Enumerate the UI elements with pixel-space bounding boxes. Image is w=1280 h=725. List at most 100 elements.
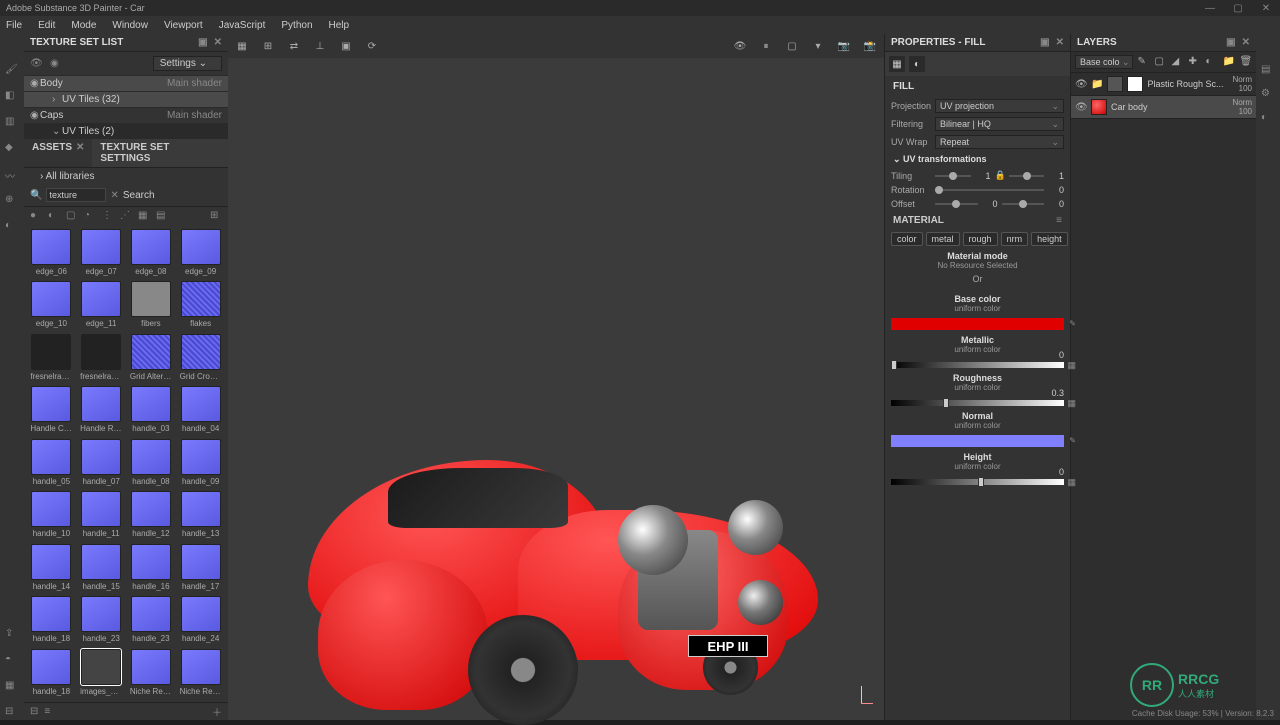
add-folder-icon[interactable]: 📁 (1223, 56, 1235, 68)
chip-height[interactable]: height (1031, 232, 1068, 246)
asset-item[interactable]: edge_08 (128, 229, 175, 278)
material-menu-icon[interactable]: ≡ (1056, 215, 1062, 226)
undock-icon[interactable]: ▣ (198, 37, 207, 48)
menu-mode[interactable]: Mode (71, 20, 96, 31)
chip-color[interactable]: color (891, 232, 923, 246)
asset-item[interactable]: handle_07 (78, 439, 125, 488)
roughness-options-icon[interactable]: ▦ (1067, 398, 1076, 409)
grid-view-icon[interactable]: ⊞ (210, 210, 222, 222)
asset-item[interactable]: handle_13 (177, 491, 224, 540)
asset-item[interactable]: handle_18 (28, 596, 75, 645)
asset-item[interactable]: edge_11 (78, 281, 125, 330)
clone-tool-icon[interactable]: ⊕ (5, 194, 19, 208)
display-mode-icon[interactable]: ▢ (784, 38, 800, 54)
offset-y-slider[interactable] (1002, 203, 1045, 205)
asset-item[interactable]: handle_24 (177, 596, 224, 645)
color-picker-icon[interactable]: ✎ (1069, 319, 1076, 328)
asset-item[interactable]: fresnelrang... (78, 334, 125, 383)
footer-icon-2[interactable]: ≡ (44, 706, 50, 717)
filter-particles-icon[interactable]: ▦ (138, 210, 150, 222)
projection-tool-icon[interactable]: ▥ (5, 116, 19, 130)
asset-item[interactable]: edge_06 (28, 229, 75, 278)
asset-item[interactable]: handle_16 (128, 544, 175, 593)
shader-settings-icon[interactable]: ◐ (1261, 112, 1275, 126)
library-icon[interactable]: ⊟ (5, 706, 19, 720)
refresh-icon[interactable]: ⟳ (364, 38, 380, 54)
asset-item[interactable]: handle_03 (128, 386, 175, 435)
eraser-tool-icon[interactable]: ◧ (5, 90, 19, 104)
fill-material-tab-icon[interactable]: ▦ (889, 56, 905, 72)
asset-item[interactable]: handle_14 (28, 544, 75, 593)
asset-item[interactable]: edge_10 (28, 281, 75, 330)
undock-properties-icon[interactable]: ▣ (1040, 37, 1049, 48)
layer-plastic[interactable]: 👁 📁 Plastic Rough Sc... Norm100 (1071, 73, 1256, 96)
menu-viewport[interactable]: Viewport (164, 20, 203, 31)
menu-help[interactable]: Help (329, 20, 350, 31)
asset-item[interactable]: Grid Crossed (177, 334, 224, 383)
display-settings-icon[interactable]: ⚙ (1261, 88, 1275, 102)
maximize-button[interactable]: ▢ (1224, 3, 1252, 14)
filter-alphas-icon[interactable]: ◔ (84, 210, 96, 222)
asset-item[interactable]: handle_18 (28, 649, 75, 698)
material-resource-slot[interactable]: No Resource Selected (891, 261, 1064, 270)
filter-smart-materials-icon[interactable]: ◐ (48, 210, 60, 222)
menu-javascript[interactable]: JavaScript (219, 20, 266, 31)
histogram-icon[interactable]: ▤ (1261, 64, 1275, 78)
brush-tool-icon[interactable]: 🖌 (5, 64, 19, 78)
clear-search-icon[interactable]: ✕ (110, 190, 118, 201)
chip-metal[interactable]: metal (926, 232, 960, 246)
asset-item[interactable]: Handle Re... (78, 386, 125, 435)
expand-icon[interactable]: ◉ (30, 78, 40, 89)
footer-icon-1[interactable]: ⊟ (30, 706, 38, 717)
base-color-swatch[interactable]: ✎ (891, 318, 1064, 330)
close-button[interactable]: ✕ (1252, 3, 1280, 14)
visibility-all-icon[interactable]: 👁 (30, 58, 42, 69)
asset-item[interactable]: handle_10 (28, 491, 75, 540)
minimize-button[interactable]: — (1196, 3, 1224, 14)
filter-brushes-icon[interactable]: ⋰ (120, 210, 132, 222)
add-mask-icon[interactable]: ▢ (1155, 56, 1167, 68)
uv-transformations-section[interactable]: ⌄ UV transformations (885, 151, 1070, 168)
roughness-slider[interactable]: 0.3▦ (891, 400, 1064, 406)
layer-visibility-icon[interactable]: 👁 (1075, 102, 1087, 113)
asset-item[interactable]: fresnelrang... (28, 334, 75, 383)
layer-car-body[interactable]: 👁 Car body Norm100 (1071, 96, 1256, 119)
asset-item[interactable]: Niche Rect... (177, 649, 224, 698)
texture-set-item-caps[interactable]: ◉ Caps Main shader (24, 107, 228, 123)
menu-window[interactable]: Window (112, 20, 148, 31)
filter-procedurals-icon[interactable]: ▤ (156, 210, 168, 222)
view-2d-icon[interactable]: ⊞ (260, 38, 276, 54)
close-tab-icon[interactable]: ✕ (76, 142, 84, 153)
asset-item[interactable]: Grid Altern... (128, 334, 175, 383)
asset-search-input[interactable] (46, 188, 106, 202)
asset-item[interactable]: handle_11 (78, 491, 125, 540)
close-layers-icon[interactable]: ✕ (1242, 37, 1250, 48)
delete-layer-icon[interactable]: 🗑 (1240, 56, 1252, 68)
add-effect-icon[interactable]: ✎ (1138, 56, 1150, 68)
add-adjustment-icon[interactable]: ◐ (1206, 56, 1218, 68)
render-icon[interactable]: 📷 (836, 38, 852, 54)
asset-item[interactable]: fibers (128, 281, 175, 330)
menu-python[interactable]: Python (281, 20, 312, 31)
menu-file[interactable]: File (6, 20, 22, 31)
iray-icon[interactable]: ◓ (5, 654, 19, 668)
add-fill-layer-icon[interactable]: ◢ (1172, 56, 1184, 68)
projection-dropdown[interactable]: UV projection (935, 99, 1064, 113)
pause-icon[interactable]: ⏸ (758, 38, 774, 54)
library-selector[interactable]: › All libraries (30, 171, 222, 182)
height-options-icon[interactable]: ▦ (1067, 477, 1076, 488)
screenshot-icon[interactable]: 📸 (862, 38, 878, 54)
chip-rough[interactable]: rough (963, 232, 998, 246)
uvwrap-dropdown[interactable]: Repeat (935, 135, 1064, 149)
offset-x-slider[interactable] (935, 203, 978, 205)
rotation-slider[interactable] (935, 189, 1044, 191)
asset-item[interactable]: images_20... (78, 649, 125, 698)
layer-channel-dropdown[interactable]: Base colo (1075, 55, 1133, 69)
menu-edit[interactable]: Edit (38, 20, 55, 31)
asset-item[interactable]: handle_09 (177, 439, 224, 488)
normal-color-swatch[interactable]: ✎ (891, 435, 1064, 447)
material-picker-icon[interactable]: ◐ (5, 220, 19, 234)
filter-filters-icon[interactable]: ⋮ (102, 210, 114, 222)
tab-assets[interactable]: ASSETS✕ (24, 139, 92, 167)
3d-viewport[interactable]: EHP III (228, 58, 884, 720)
